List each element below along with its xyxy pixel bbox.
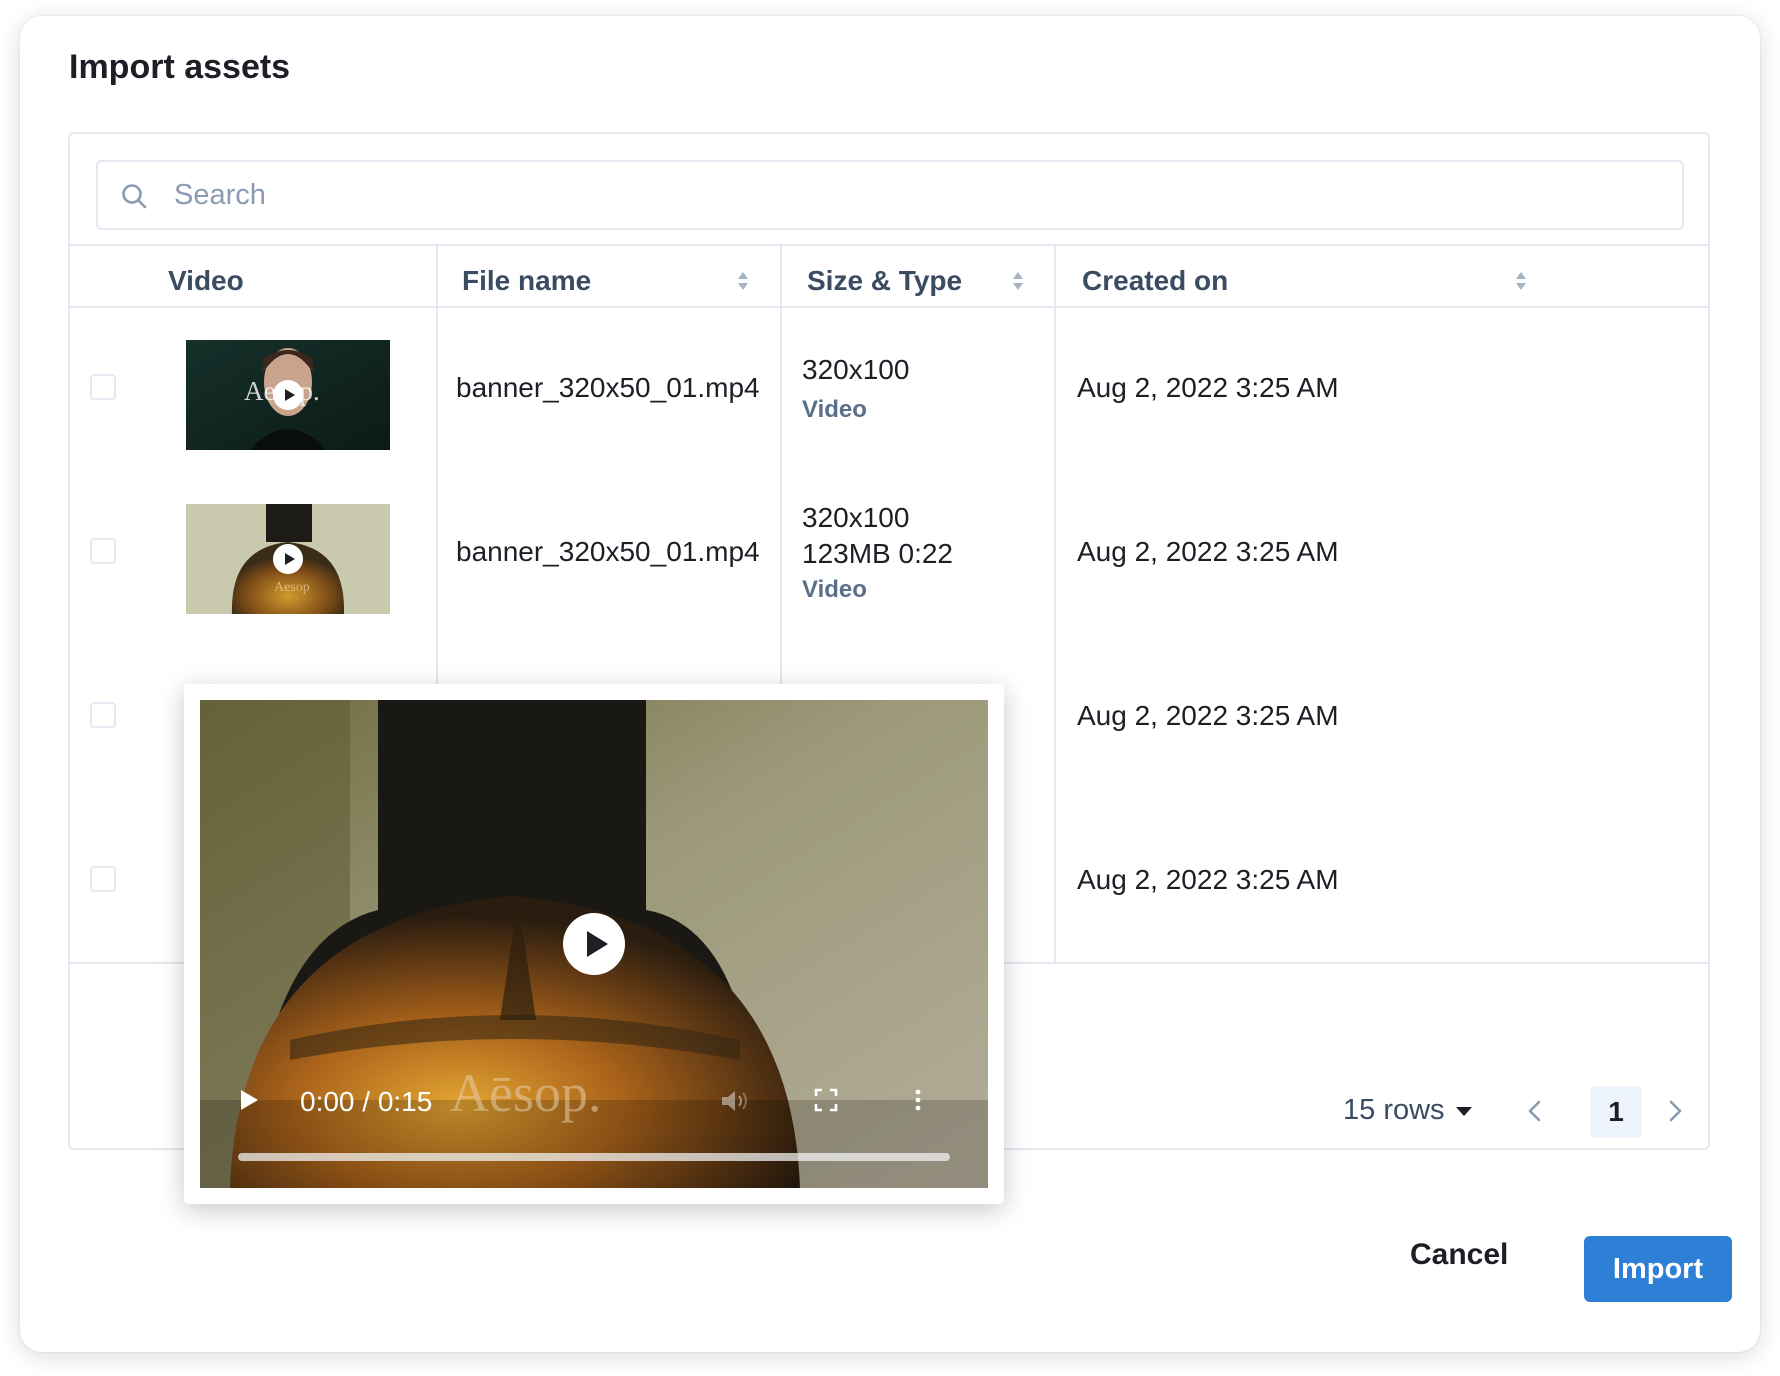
play-icon[interactable] <box>272 543 304 575</box>
volume-icon[interactable] <box>720 1088 752 1114</box>
search-input[interactable] <box>174 172 1654 218</box>
column-header-file-name[interactable]: File name <box>462 246 591 316</box>
size-cell: 320x100 <box>802 354 910 385</box>
row-checkbox[interactable] <box>90 374 116 400</box>
video-thumbnail[interactable]: Aesop <box>186 504 390 614</box>
row-checkbox[interactable] <box>90 702 116 728</box>
rows-per-page-select[interactable]: 15 rows <box>1343 1094 1473 1127</box>
column-header-created-on[interactable]: Created on <box>1082 246 1228 316</box>
row-checkbox[interactable] <box>90 538 116 564</box>
column-header-video: Video <box>168 265 244 296</box>
play-icon[interactable] <box>238 1088 260 1112</box>
video-progress-bar[interactable] <box>238 1153 950 1161</box>
play-icon[interactable] <box>562 912 626 976</box>
dialog-title: Import assets <box>69 48 291 86</box>
type-cell: Video <box>802 396 867 423</box>
column-divider <box>436 244 438 744</box>
video-thumbnail[interactable]: Aesop. <box>186 340 390 450</box>
video-time-display: 0:00 / 0:15 <box>300 1086 433 1117</box>
sort-icon[interactable] <box>736 270 750 292</box>
video-player[interactable]: Aēsop. 0:00 / 0:15 <box>200 700 988 1188</box>
column-divider <box>1054 244 1056 962</box>
video-preview-popover: Aēsop. 0:00 / 0:15 <box>184 684 1004 1204</box>
size-cell: 320x100 <box>802 502 910 533</box>
video-watermark: Aēsop. <box>450 1063 602 1123</box>
file-name-cell: banner_320x50_01.mp4 <box>456 536 760 567</box>
fullscreen-icon[interactable] <box>814 1088 838 1112</box>
created-on-cell: Aug 2, 2022 3:25 AM <box>1077 864 1339 895</box>
row-checkbox[interactable] <box>90 866 116 892</box>
created-on-cell: Aug 2, 2022 3:25 AM <box>1077 700 1339 731</box>
sort-icon[interactable] <box>1011 270 1025 292</box>
sort-icon[interactable] <box>1514 270 1528 292</box>
search-box[interactable] <box>96 160 1684 230</box>
created-on-cell: Aug 2, 2022 3:25 AM <box>1077 372 1339 403</box>
chevron-right-icon[interactable] <box>1663 1098 1687 1124</box>
chevron-left-icon[interactable] <box>1523 1098 1547 1124</box>
column-header-size-type[interactable]: Size & Type <box>807 246 962 316</box>
search-icon <box>122 184 147 209</box>
type-cell: Video <box>802 576 867 603</box>
more-vertical-icon[interactable] <box>912 1088 924 1112</box>
import-button[interactable]: Import <box>1584 1236 1732 1302</box>
thumbnail-watermark: Aesop <box>274 580 310 595</box>
meta-cell: 123MB 0:22 <box>802 538 953 569</box>
caret-down-icon <box>1455 1106 1472 1116</box>
play-icon[interactable] <box>272 379 304 411</box>
column-divider <box>780 244 782 744</box>
created-on-cell: Aug 2, 2022 3:25 AM <box>1077 536 1339 567</box>
cancel-button[interactable]: Cancel <box>1410 1238 1508 1272</box>
file-name-cell: banner_320x50_01.mp4 <box>456 372 760 403</box>
rows-per-page-label: 15 rows <box>1343 1094 1445 1126</box>
current-page-button[interactable]: 1 <box>1590 1086 1642 1138</box>
